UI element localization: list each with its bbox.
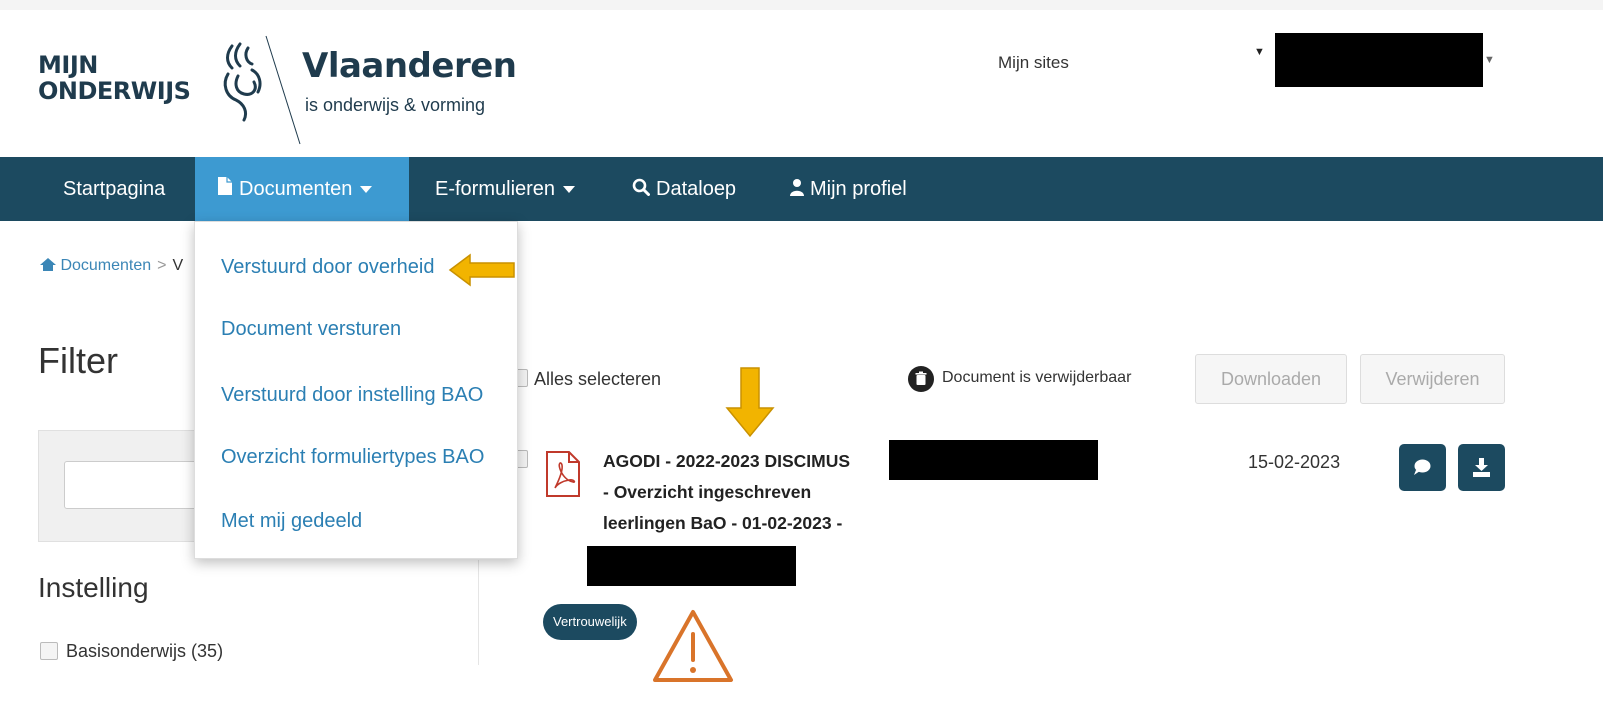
redacted-text-block <box>587 546 796 586</box>
nav-label: Dataloep <box>656 178 737 200</box>
select-all-label: Alles selecteren <box>534 369 662 389</box>
pdf-icon[interactable] <box>545 450 581 498</box>
download-icon <box>1473 458 1490 477</box>
warning-triangle-icon <box>653 610 733 682</box>
legend-deletable-text: Document is verwijderbaar <box>942 369 1132 386</box>
mijn-sites-link[interactable]: Mijn sites <box>998 53 1069 73</box>
annotation-arrow-left-icon <box>448 253 515 287</box>
chevron-down-icon <box>563 186 576 194</box>
nav-e-formulieren[interactable]: E-formulieren <box>413 157 597 221</box>
nav-label: Documenten <box>239 178 353 200</box>
document-title-line: - Overzicht ingeschreven <box>603 482 812 502</box>
nav-label: E-formulieren <box>435 178 556 200</box>
comment-button[interactable] <box>1399 444 1446 491</box>
nav-label: Mijn profiel <box>810 178 907 200</box>
brand-subtitle: is onderwijs & vorming <box>305 95 486 115</box>
nav-startpagina[interactable]: Startpagina <box>41 157 187 221</box>
nav-label: Startpagina <box>63 178 166 200</box>
delete-button[interactable]: Verwijderen <box>1360 354 1505 404</box>
flemish-lion-logo-icon <box>223 42 262 122</box>
basisonderwijs-checkbox[interactable] <box>40 642 58 660</box>
logo-divider <box>265 35 301 145</box>
menu-item-overzicht-formuliertypes[interactable]: Overzicht formuliertypes BAO <box>221 446 484 469</box>
document-title-line: AGODI - 2022-2023 DISCIMUS <box>603 451 851 471</box>
menu-item-met-mij-gedeeld[interactable]: Met mij gedeeld <box>221 510 362 533</box>
download-button[interactable]: Downloaden <box>1195 354 1347 404</box>
chevron-down-icon <box>360 186 373 194</box>
comment-icon <box>1414 459 1431 475</box>
sidebar-divider <box>478 560 479 665</box>
breadcrumb-root[interactable]: Documenten <box>60 257 151 274</box>
filter-search-input[interactable] <box>64 461 214 509</box>
redacted-username[interactable] <box>1275 33 1483 87</box>
main-navbar: Startpagina Documenten E-formulieren Dat… <box>0 157 1603 221</box>
nav-mijn-profiel[interactable]: Mijn profiel <box>768 157 929 221</box>
mijn-onderwijs-logo[interactable]: MIJN ONDERWIJS <box>38 51 191 105</box>
logo-line-1: MIJN <box>38 51 98 79</box>
annotation-arrow-down-icon <box>725 367 775 438</box>
redacted-text-block <box>889 440 1098 480</box>
menu-item-verstuurd-door-instelling[interactable]: Verstuurd door instelling BAO <box>221 384 483 407</box>
breadcrumb: Documenten > V <box>40 257 183 275</box>
instelling-title: Instelling <box>38 572 149 603</box>
user-menu-caret-icon[interactable]: ▼ <box>1254 46 1265 58</box>
breadcrumb-separator: > <box>157 257 167 274</box>
user-icon <box>790 158 804 222</box>
download-doc-button[interactable] <box>1458 444 1505 491</box>
filter-title: Filter <box>38 340 118 381</box>
home-icon[interactable] <box>40 257 60 274</box>
user-menu-caret-icon-2[interactable]: ▼ <box>1484 54 1495 66</box>
menu-item-document-versturen[interactable]: Document versturen <box>221 318 401 341</box>
file-icon <box>217 158 233 222</box>
logo-line-2: ONDERWIJS <box>38 77 191 105</box>
brand-title: Vlaanderen <box>302 46 517 86</box>
document-title-line: leerlingen BaO - 01-02-2023 - <box>603 513 843 533</box>
menu-item-verstuurd-door-overheid[interactable]: Verstuurd door overheid <box>221 256 434 279</box>
document-date: 15-02-2023 <box>1248 452 1341 472</box>
document-title-link[interactable]: AGODI - 2022-2023 DISCIMUS - Overzicht i… <box>603 446 893 539</box>
confidential-badge: Vertrouwelijk <box>543 604 637 640</box>
basisonderwijs-label: Basisonderwijs (35) <box>66 641 224 661</box>
trash-icon <box>908 366 934 392</box>
nav-documenten[interactable]: Documenten <box>195 157 409 221</box>
nav-dataloep[interactable]: Dataloep <box>610 157 758 221</box>
search-icon <box>632 158 650 222</box>
top-strip <box>0 0 1603 10</box>
breadcrumb-current: V <box>172 257 184 274</box>
